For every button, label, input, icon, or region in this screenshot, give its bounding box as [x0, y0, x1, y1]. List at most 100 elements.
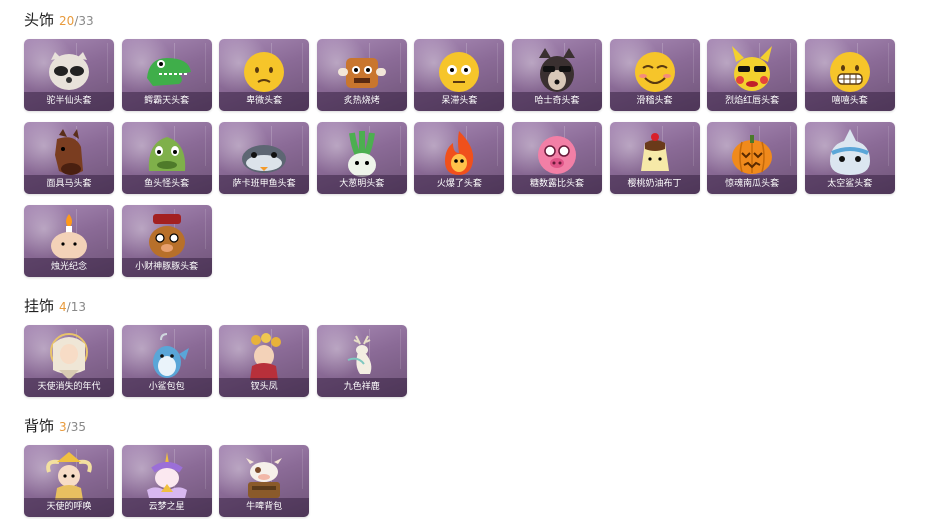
section-back: 背饰 3 / 35 天使的呼唤 云梦之星 牛啤背包: [24, 416, 895, 517]
item-label: 太空鲨头套: [804, 175, 895, 194]
section-title: 背饰: [24, 417, 55, 435]
funny-emoji-icon: [634, 52, 675, 92]
pudding-icon: [640, 133, 669, 171]
section-header: 挂饰 4 / 13: [24, 296, 895, 316]
item-card[interactable]: 小鲨包包: [121, 325, 212, 397]
green-onion-icon: [347, 131, 376, 177]
item-card[interactable]: 钗头凤: [219, 325, 310, 397]
cow-backpack-icon: [246, 458, 283, 498]
piggy-god-icon: [148, 214, 185, 258]
total-count: 33: [78, 14, 94, 28]
item-card[interactable]: 牛啤背包: [219, 445, 310, 517]
owned-count: 20: [59, 14, 75, 28]
angel-child-icon: [46, 452, 92, 500]
item-grid: 天使消失的年代 小鲨包包 钗头凤 九色祥鹿: [24, 325, 895, 397]
item-label: 火爆了头套: [414, 175, 505, 194]
item-label: 小鲨包包: [121, 378, 212, 397]
item-card[interactable]: 卑微头套: [219, 39, 310, 111]
item-label: 天使消失的年代: [24, 378, 114, 397]
shy-emoji-icon: [244, 52, 285, 92]
collection-page: 头饰 20 / 33 驼半仙头套 鳄霸天头套 卑微头套 炙热烧烤 呆滞头套 哈士奇头套 滑稽…: [0, 0, 929, 519]
item-card[interactable]: 呆滞头套: [414, 39, 505, 111]
total-count: 35: [70, 420, 86, 434]
item-card[interactable]: 面具马头套: [24, 122, 114, 194]
item-label: 小财神豚豚头套: [121, 258, 212, 277]
grin-emoji-icon: [829, 52, 870, 92]
section-headwear: 头饰 20 / 33 驼半仙头套 鳄霸天头套 卑微头套 炙热烧烤 呆滞头套 哈士奇头套 滑稽…: [24, 10, 895, 277]
item-label: 惊魂南瓜头套: [707, 175, 798, 194]
grilled-meat-icon: [337, 58, 386, 88]
item-label: 驼半仙头套: [24, 92, 114, 111]
item-label: 炙热烧烤: [316, 92, 407, 111]
item-label: 云梦之星: [121, 498, 212, 517]
item-card[interactable]: 太空鲨头套: [804, 122, 895, 194]
section-title: 挂饰: [24, 297, 55, 315]
item-card[interactable]: 哈士奇头套: [511, 39, 602, 111]
item-card[interactable]: 云梦之星: [121, 445, 212, 517]
owned-count: 3: [59, 420, 67, 434]
horse-icon: [55, 129, 83, 175]
item-card[interactable]: 鱼头怪头套: [121, 122, 212, 194]
item-card[interactable]: 烛光纪念: [24, 205, 114, 277]
husky-icon: [538, 48, 575, 92]
item-label: 烛光纪念: [24, 258, 114, 277]
item-card[interactable]: 萨卡班甲鱼头套: [219, 122, 310, 194]
item-card[interactable]: 惊魂南瓜头套: [707, 122, 798, 194]
item-label: 哈士奇头套: [511, 92, 602, 111]
pikachu-sunglasses-icon: [732, 46, 773, 91]
dazed-emoji-icon: [439, 52, 480, 92]
item-card[interactable]: 滑稽头套: [609, 39, 700, 111]
section-title: 头饰: [24, 11, 55, 29]
item-card[interactable]: 火爆了头套: [414, 122, 505, 194]
item-label: 鱼头怪头套: [121, 175, 212, 194]
item-card[interactable]: 樱桃奶油布丁: [609, 122, 700, 194]
item-card[interactable]: 小财神豚豚头套: [121, 205, 212, 277]
phoenix-hairpin-icon: [250, 333, 282, 380]
raccoon-icon: [49, 52, 89, 90]
item-card[interactable]: 大葱明头套: [316, 122, 407, 194]
item-label: 九色祥鹿: [316, 378, 407, 397]
deer-icon: [347, 335, 372, 374]
item-card[interactable]: 天使的呼唤: [24, 445, 114, 517]
crocodile-icon: [146, 58, 191, 86]
shark-icon: [829, 129, 870, 175]
angel-girl-icon: [50, 333, 88, 380]
item-card[interactable]: 糖数露比头套: [511, 122, 602, 194]
section-header: 背饰 3 / 35: [24, 416, 895, 436]
item-card[interactable]: 嘻嘻头套: [804, 39, 895, 111]
section-header: 头饰 20 / 33: [24, 10, 895, 30]
item-card[interactable]: 烈焰红唇头套: [707, 39, 798, 111]
pumpkin-icon: [732, 135, 773, 174]
item-card[interactable]: 鳄霸天头套: [121, 39, 212, 111]
item-label: 嘻嘻头套: [804, 92, 895, 111]
item-label: 滑稽头套: [609, 92, 700, 111]
item-label: 樱桃奶油布丁: [609, 175, 700, 194]
candle-icon: [51, 214, 87, 260]
item-grid: 驼半仙头套 鳄霸天头套 卑微头套 炙热烧烤 呆滞头套 哈士奇头套 滑稽头套 烈焰红唇头套 嘻嘻头…: [24, 39, 895, 277]
item-card[interactable]: 炙热烧烤: [316, 39, 407, 111]
item-label: 牛啤背包: [219, 498, 310, 517]
item-card[interactable]: 天使消失的年代: [24, 325, 114, 397]
unicorn-icon: [146, 452, 187, 498]
owned-count: 4: [59, 300, 67, 314]
item-label: 大葱明头套: [316, 175, 407, 194]
item-card[interactable]: 驼半仙头套: [24, 39, 114, 111]
fish-icon: [242, 145, 287, 173]
fish-head-icon: [148, 137, 185, 171]
fire-icon: [445, 131, 474, 175]
item-label: 面具马头套: [24, 175, 114, 194]
shark-bag-icon: [152, 333, 189, 378]
total-count: 13: [70, 300, 86, 314]
item-grid: 天使的呼唤 云梦之星 牛啤背包: [24, 445, 895, 517]
item-label: 天使的呼唤: [24, 498, 114, 517]
item-label: 鳄霸天头套: [121, 92, 212, 111]
item-label: 卑微头套: [219, 92, 310, 111]
item-label: 呆滞头套: [414, 92, 505, 111]
item-label: 烈焰红唇头套: [707, 92, 798, 111]
item-label: 萨卡班甲鱼头套: [219, 175, 310, 194]
pink-pig-icon: [537, 136, 576, 174]
item-label: 糖数露比头套: [511, 175, 602, 194]
item-card[interactable]: 九色祥鹿: [316, 325, 407, 397]
item-label: 钗头凤: [219, 378, 310, 397]
section-hanging: 挂饰 4 / 13 天使消失的年代 小鲨包包 钗头凤 九色祥鹿: [24, 296, 895, 397]
